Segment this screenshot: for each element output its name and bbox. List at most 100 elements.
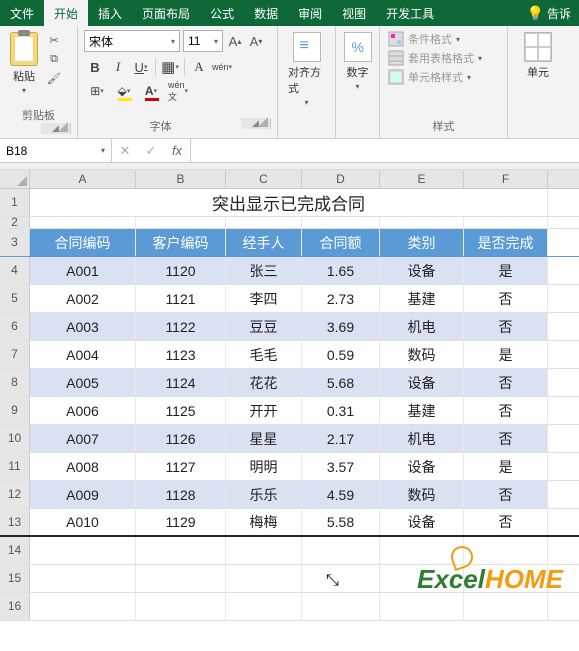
tab-data[interactable]: 数据 <box>244 0 288 26</box>
cell[interactable]: 毛毛 <box>226 341 302 368</box>
cell[interactable]: 是 <box>464 453 548 480</box>
cell[interactable] <box>30 565 136 592</box>
cell[interactable]: A005 <box>30 369 136 396</box>
select-all-corner[interactable] <box>0 170 30 188</box>
name-box[interactable]: B18▾ <box>0 139 112 162</box>
row-header[interactable]: 2 <box>0 217 30 228</box>
tell-me[interactable]: 💡 告诉 <box>519 0 579 26</box>
cell[interactable]: 2.17 <box>302 425 380 452</box>
cell[interactable] <box>136 217 226 228</box>
cell[interactable]: A003 <box>30 313 136 340</box>
formula-input[interactable] <box>191 139 579 162</box>
cell[interactable]: 合同编码 <box>30 229 136 256</box>
cell[interactable]: 1.65 <box>302 257 380 284</box>
table-format-button[interactable]: 套用表格格式▾ <box>386 49 484 67</box>
ruby-button[interactable]: wén▾ <box>211 56 233 78</box>
cell[interactable] <box>136 565 226 592</box>
cell[interactable]: A004 <box>30 341 136 368</box>
cell[interactable]: 1121 <box>136 285 226 312</box>
cell[interactable]: 1123 <box>136 341 226 368</box>
cell[interactable]: A008 <box>30 453 136 480</box>
cell[interactable]: 1125 <box>136 397 226 424</box>
cell[interactable]: 明明 <box>226 453 302 480</box>
col-header-D[interactable]: D <box>302 170 380 188</box>
tab-file[interactable]: 文件 <box>0 0 44 26</box>
cell-style-button[interactable]: 单元格样式▾ <box>386 68 473 86</box>
outside-border-button[interactable]: ⊞▾ <box>84 81 110 101</box>
increase-font-button[interactable]: A▴ <box>226 30 244 52</box>
row-header[interactable]: 11 <box>0 453 30 480</box>
cell[interactable]: 梅梅 <box>226 509 302 535</box>
row-header[interactable]: 4 <box>0 257 30 284</box>
dialog-launcher-icon[interactable]: ◢ <box>41 123 71 134</box>
cell[interactable]: 4.59 <box>302 481 380 508</box>
cell[interactable] <box>302 537 380 564</box>
cell[interactable] <box>30 537 136 564</box>
row-header[interactable]: 10 <box>0 425 30 452</box>
cell[interactable]: 经手人 <box>226 229 302 256</box>
font-expand-button[interactable]: A <box>188 56 210 78</box>
cell[interactable] <box>226 217 302 228</box>
cell[interactable]: 1129 <box>136 509 226 535</box>
cell[interactable]: 是 <box>464 341 548 368</box>
cell[interactable]: 数码 <box>380 481 464 508</box>
cell[interactable]: A007 <box>30 425 136 452</box>
cell[interactable]: 类别 <box>380 229 464 256</box>
cell[interactable]: 开开 <box>226 397 302 424</box>
row-header[interactable]: 5 <box>0 285 30 312</box>
cell[interactable]: 基建 <box>380 397 464 424</box>
cell[interactable]: 乐乐 <box>226 481 302 508</box>
cell[interactable]: 1122 <box>136 313 226 340</box>
col-header-B[interactable]: B <box>136 170 226 188</box>
tab-layout[interactable]: 页面布局 <box>132 0 200 26</box>
fx-button[interactable]: fx <box>164 143 190 158</box>
cell[interactable]: 1124 <box>136 369 226 396</box>
cell[interactable]: 客户编码 <box>136 229 226 256</box>
cells-button[interactable]: 单元 <box>520 30 556 82</box>
cell[interactable]: 突出显示已完成合同 <box>30 189 548 216</box>
row-header[interactable]: 7 <box>0 341 30 368</box>
cut-button[interactable]: ✂ <box>45 32 63 48</box>
cell[interactable] <box>380 537 464 564</box>
cell[interactable] <box>302 593 380 620</box>
cell[interactable] <box>302 565 380 592</box>
cell[interactable]: A006 <box>30 397 136 424</box>
cell[interactable]: 张三 <box>226 257 302 284</box>
cell[interactable] <box>464 565 548 592</box>
cell[interactable]: A002 <box>30 285 136 312</box>
cell[interactable]: 否 <box>464 285 548 312</box>
cell[interactable]: 设备 <box>380 509 464 535</box>
cell[interactable]: 是 <box>464 257 548 284</box>
cell[interactable]: 1120 <box>136 257 226 284</box>
conditional-format-button[interactable]: 条件格式▾ <box>386 30 462 48</box>
row-header[interactable]: 16 <box>0 593 30 620</box>
cell[interactable] <box>464 593 548 620</box>
cell[interactable]: 否 <box>464 313 548 340</box>
row-header[interactable]: 13 <box>0 509 30 535</box>
cell[interactable] <box>226 537 302 564</box>
cell[interactable]: 设备 <box>380 453 464 480</box>
cell[interactable]: 1126 <box>136 425 226 452</box>
font-name-select[interactable]: 宋体▾ <box>84 30 180 52</box>
tab-view[interactable]: 视图 <box>332 0 376 26</box>
cell[interactable]: 否 <box>464 509 548 535</box>
cell[interactable] <box>136 593 226 620</box>
cell[interactable]: 0.59 <box>302 341 380 368</box>
cell[interactable] <box>30 217 136 228</box>
cell[interactable]: 机电 <box>380 313 464 340</box>
cell[interactable]: 数码 <box>380 341 464 368</box>
cell[interactable]: 否 <box>464 369 548 396</box>
cell[interactable] <box>380 565 464 592</box>
tab-dev[interactable]: 开发工具 <box>376 0 444 26</box>
copy-button[interactable]: ⧉ <box>45 51 63 67</box>
cell[interactable]: 3.57 <box>302 453 380 480</box>
cell[interactable] <box>302 217 380 228</box>
font-color-button[interactable]: A▾ <box>138 81 164 101</box>
alignment-button[interactable]: 对齐方式 ▾ <box>284 30 329 109</box>
cell[interactable]: 星星 <box>226 425 302 452</box>
cell[interactable]: 3.69 <box>302 313 380 340</box>
cell[interactable] <box>380 217 464 228</box>
paste-button[interactable]: 粘贴 ▾ <box>6 30 42 97</box>
cell[interactable]: 设备 <box>380 257 464 284</box>
bold-button[interactable]: B <box>84 56 106 78</box>
